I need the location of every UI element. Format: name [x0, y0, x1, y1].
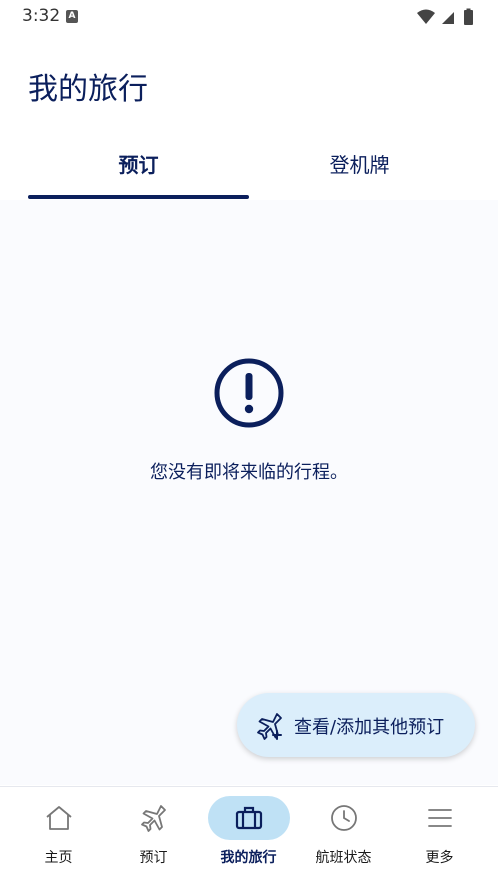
menu-icon	[428, 809, 452, 827]
nav-my-trips-label: 我的旅行	[220, 850, 277, 866]
empty-state-message: 您没有即将来临的行程。	[150, 462, 348, 483]
status-time: 3:32	[22, 6, 61, 26]
nav-more[interactable]: 更多	[390, 787, 489, 881]
alert-circle-icon	[212, 356, 286, 434]
tab-boarding-pass[interactable]: 登机牌	[249, 140, 470, 198]
wifi-icon	[417, 9, 435, 24]
notification-app-icon: A	[66, 10, 78, 23]
nav-home-label: 主页	[44, 850, 73, 866]
tab-indicator	[28, 195, 249, 199]
status-bar: 3:32 A	[0, 0, 498, 34]
view-add-booking-label: 查看/添加其他预订	[294, 717, 445, 738]
battery-icon	[464, 10, 473, 25]
clock-icon	[331, 805, 357, 831]
page-title: 我的旅行	[28, 72, 148, 107]
airplane-icon	[141, 805, 166, 832]
signal-icon	[442, 12, 454, 24]
nav-home[interactable]: 主页	[9, 787, 108, 881]
status-icons	[416, 8, 478, 30]
nav-more-label: 更多	[425, 850, 454, 866]
home-indicator	[0, 880, 498, 887]
plane-add-icon	[255, 711, 285, 745]
tab-bar: 预订 登机牌	[0, 140, 498, 201]
view-add-booking-button[interactable]: 查看/添加其他预订	[237, 693, 475, 757]
content-area: 您没有即将来临的行程。 查看/添加其他预订	[0, 200, 498, 785]
nav-book[interactable]: 预订	[104, 787, 203, 881]
nav-flight-status-label: 航班状态	[315, 850, 372, 866]
nav-flight-status[interactable]: 航班状态	[294, 787, 393, 881]
bottom-navigation: 主页 预订 我的旅行 航班状态 更多	[0, 786, 498, 881]
nav-my-trips[interactable]: 我的旅行	[199, 787, 298, 881]
tab-booking[interactable]: 预订	[28, 140, 249, 198]
home-icon	[46, 806, 72, 830]
nav-book-label: 预订	[139, 850, 168, 866]
suitcase-icon	[235, 806, 263, 830]
nav-active-pill	[208, 796, 290, 840]
